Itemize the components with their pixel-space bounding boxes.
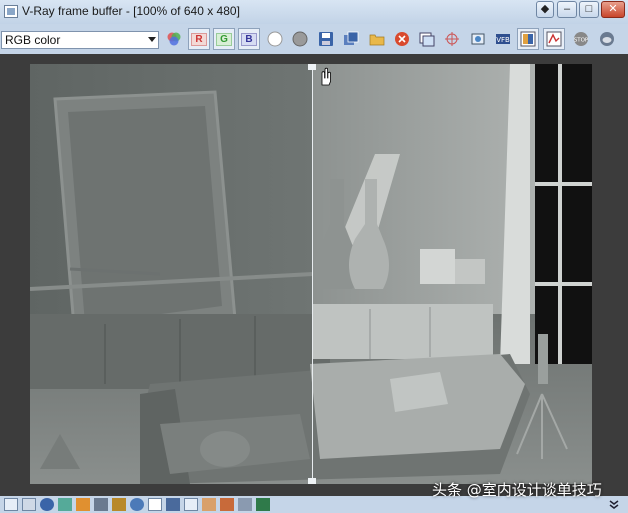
toolbar: RGB color R G B VFB STOP <box>0 26 628 54</box>
region-render-button[interactable] <box>467 28 489 50</box>
alpha-channel-button[interactable] <box>289 28 311 50</box>
save-all-button[interactable] <box>340 28 362 50</box>
hand-cursor-icon <box>321 67 331 86</box>
compare-divider-line[interactable] <box>312 64 313 484</box>
clear-image-button[interactable] <box>391 28 413 50</box>
compare-ab-button[interactable] <box>76 498 90 511</box>
window-title: V-Ray frame buffer - [100% of 640 x 480] <box>22 4 240 18</box>
horizontal-compare-button[interactable] <box>184 498 198 511</box>
compare-divider-handle-bottom[interactable] <box>308 478 316 484</box>
channel-select-value: RGB color <box>5 33 61 47</box>
swap-compare-button[interactable] <box>220 498 234 511</box>
lens-effects-button[interactable] <box>148 498 162 511</box>
gear-icon[interactable] <box>130 498 144 511</box>
color-picker-button[interactable] <box>163 28 185 50</box>
crosshair-icon <box>445 32 459 46</box>
compare-divider-handle-top[interactable] <box>308 64 316 70</box>
duplicate-to-max-button[interactable] <box>416 28 438 50</box>
lut-button[interactable] <box>543 28 565 50</box>
save-icon <box>319 32 333 46</box>
duplicate-icon <box>419 32 435 47</box>
channel-select[interactable]: RGB color <box>1 31 159 49</box>
show-compare-icon[interactable] <box>238 498 252 511</box>
track-mouse-button[interactable] <box>441 28 463 50</box>
blue-channel-label: B <box>241 32 257 46</box>
watermark-text: 头条 @室内设计谈单技巧 <box>432 481 602 499</box>
stop-render-button[interactable]: STOP <box>570 28 592 50</box>
rgb-circles-icon <box>167 32 181 46</box>
blue-channel-button[interactable]: B <box>238 28 260 50</box>
chevron-down-icon <box>148 37 156 42</box>
history-extra-icon[interactable] <box>256 498 270 511</box>
save-all-icon <box>344 31 359 45</box>
color-corrections-button[interactable] <box>517 28 539 50</box>
clear-icon <box>395 32 409 46</box>
load-image-button[interactable] <box>366 28 388 50</box>
vray-frame-buffer-window: V-Ray frame buffer - [100% of 640 x 480]… <box>0 0 628 513</box>
link-to-render-button[interactable]: VFB <box>492 28 514 50</box>
save-image-button[interactable] <box>315 28 337 50</box>
grey-circle-icon <box>292 31 308 47</box>
rendered-image <box>30 64 592 484</box>
color-correction-icon <box>520 31 536 47</box>
info-icon[interactable] <box>40 498 54 511</box>
history-button[interactable] <box>4 498 18 511</box>
minimize-button[interactable]: – <box>557 1 577 18</box>
red-channel-button[interactable]: R <box>188 28 210 50</box>
green-channel-label: G <box>216 32 232 46</box>
folder-icon <box>369 34 385 46</box>
svg-text:STOP: STOP <box>574 38 589 44</box>
green-channel-button[interactable]: G <box>213 28 235 50</box>
render-scene <box>30 64 592 484</box>
stop-icon: STOP <box>574 32 589 46</box>
close-button[interactable]: ✕ <box>601 1 625 18</box>
region-icon <box>471 33 485 45</box>
title-bar[interactable]: V-Ray frame buffer - [100% of 640 x 480]… <box>0 0 628 24</box>
window-extra-button[interactable]: ◆ <box>536 1 554 18</box>
teapot-icon <box>600 32 614 46</box>
white-circle-icon <box>267 31 283 47</box>
white-channel-button[interactable] <box>264 28 286 50</box>
image-info-button[interactable] <box>22 498 36 511</box>
app-icon <box>4 5 18 18</box>
vfb-link-icon: VFB <box>496 34 510 44</box>
expand-panel-icon[interactable] <box>607 498 621 511</box>
vfb-settings-button[interactable] <box>166 498 180 511</box>
render-button[interactable] <box>596 28 618 50</box>
red-channel-label: R <box>191 32 207 46</box>
maximize-button[interactable]: □ <box>579 1 599 18</box>
vertical-compare-button[interactable] <box>202 498 216 511</box>
lut-icon <box>546 31 562 47</box>
pixel-info-button[interactable] <box>58 498 72 511</box>
stats-icon[interactable] <box>94 498 108 511</box>
svg-text:VFB: VFB <box>496 36 510 44</box>
image-viewport[interactable] <box>0 54 628 496</box>
pencil-icon[interactable] <box>112 498 126 511</box>
